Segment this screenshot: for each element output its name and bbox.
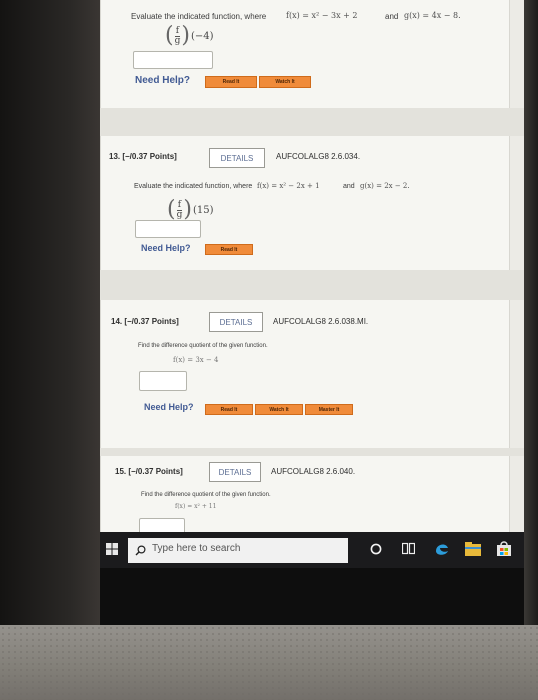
master-it-button[interactable]: Master It [305, 404, 353, 415]
question-card-13: 13. [−/0.37 Points] DETAILS AUFCOLALG8 2… [100, 136, 510, 270]
section-gap [100, 108, 524, 136]
function-f-definition: f(x) = 3x − 4 [173, 356, 219, 364]
function-f-definition: f(x) = x² − 2x + 1 [257, 182, 320, 190]
windows-taskbar: Type here to search [100, 532, 524, 568]
fraction-numerator: f [174, 25, 181, 37]
laptop-keyboard-deck [0, 625, 538, 700]
fraction-numerator: f [176, 199, 183, 211]
question-card-12: Evaluate the indicated function, where f… [100, 0, 510, 108]
store-icon[interactable] [496, 541, 512, 557]
question-card-14: 14. [−/0.37 Points] DETAILS AUFCOLALG8 2… [100, 300, 510, 448]
question-code: AUFCOLALG8 2.6.038.MI. [273, 317, 369, 326]
browser-viewport[interactable]: Evaluate the indicated function, where f… [100, 0, 524, 532]
fraction-denominator: g [176, 209, 183, 220]
question-card-15: 15. [−/0.37 Points] DETAILS AUFCOLALG8 2… [100, 456, 510, 532]
fraction: f g [176, 199, 184, 220]
function-argument: (15) [192, 204, 214, 216]
function-g-definition: g(x) = 4x − 8. [404, 11, 461, 20]
question-prompt: Evaluate the indicated function, where [134, 183, 253, 190]
question-code: AUFCOLALG8 2.6.040. [271, 467, 356, 476]
answer-input[interactable] [139, 518, 185, 532]
read-it-button[interactable]: Read It [205, 404, 253, 415]
details-button[interactable]: DETAILS [209, 148, 265, 168]
question-prompt: Find the difference quotient of the give… [138, 343, 268, 349]
need-help-label: Need Help? [135, 75, 191, 86]
monitor-left-bezel [0, 0, 100, 625]
need-help-label: Need Help? [141, 243, 191, 253]
speaker-grille [0, 625, 538, 700]
need-help-label: Need Help? [144, 402, 194, 412]
answer-input[interactable] [139, 371, 187, 391]
answer-input[interactable] [135, 220, 201, 238]
function-f-definition: f(x) = x² − 3x + 2 [286, 11, 358, 20]
read-it-button[interactable]: Read It [205, 244, 253, 255]
cortana-icon[interactable] [370, 543, 382, 555]
section-gap [100, 270, 524, 300]
details-button[interactable]: DETAILS [209, 462, 261, 482]
question-header: 14. [−/0.37 Points] [111, 317, 179, 326]
function-argument: (−4) [190, 30, 214, 42]
question-prompt: Find the difference quotient of the give… [141, 492, 271, 498]
answer-input[interactable] [133, 51, 213, 69]
question-code: AUFCOLALG8 2.6.034. [276, 152, 361, 161]
file-explorer-icon[interactable] [465, 541, 481, 556]
fraction-denominator: g [174, 35, 181, 46]
taskbar-search-box[interactable]: Type here to search [128, 538, 348, 563]
watch-it-button[interactable]: Watch It [259, 76, 311, 88]
windows-start-icon[interactable] [106, 543, 118, 555]
fraction: f g [174, 25, 182, 46]
right-paren: ) [181, 23, 190, 48]
question-header: 13. [−/0.37 Points] [109, 152, 177, 161]
question-header: 15. [−/0.37 Points] [115, 467, 183, 476]
function-f-definition: f(x) = x² + 11 [175, 503, 217, 510]
right-paren: ) [183, 197, 192, 222]
watch-it-button[interactable]: Watch It [255, 404, 303, 415]
section-gap [100, 448, 524, 456]
quotient-expression: ( f g ) (15) [167, 199, 213, 221]
monitor-lower-bezel [100, 568, 524, 625]
monitor-right-bezel [524, 0, 538, 625]
details-button[interactable]: DETAILS [209, 312, 263, 332]
search-placeholder: Type here to search [152, 543, 241, 554]
task-view-icon[interactable] [402, 542, 415, 555]
quotient-expression: ( f g ) (−4) [165, 25, 214, 47]
left-paren: ( [167, 197, 176, 222]
and-text: and [385, 12, 399, 21]
search-icon [135, 545, 146, 556]
edge-browser-icon[interactable] [434, 541, 450, 557]
left-paren: ( [165, 23, 174, 48]
question-prompt: Evaluate the indicated function, where [131, 12, 267, 21]
and-text: and [343, 183, 355, 190]
read-it-button[interactable]: Read It [205, 76, 257, 88]
function-g-definition: g(x) = 2x − 2. [360, 182, 410, 190]
